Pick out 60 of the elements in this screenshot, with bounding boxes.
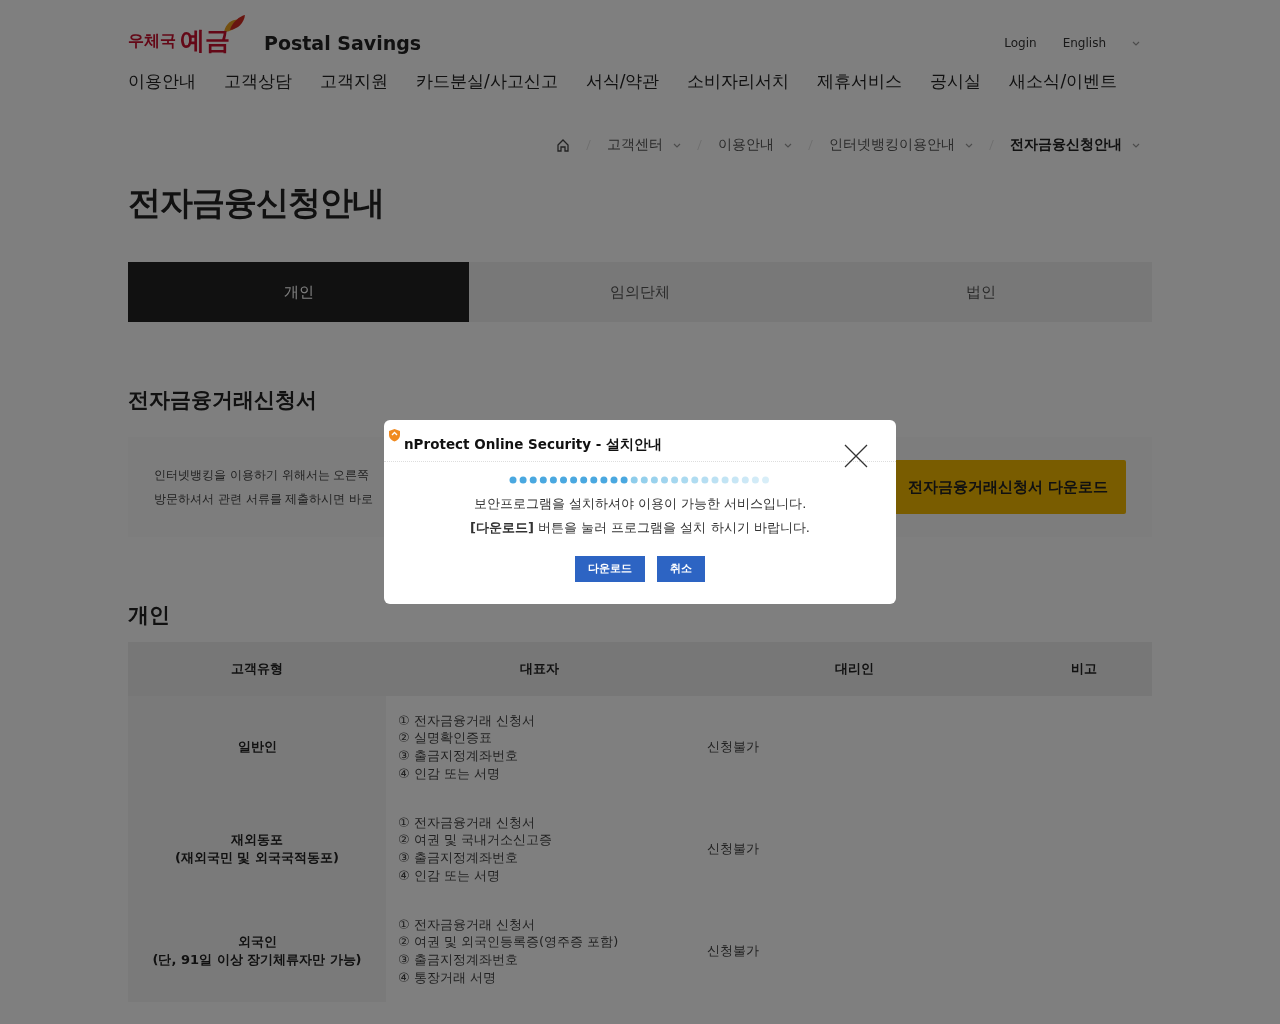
table-cell: 일반인 xyxy=(128,696,386,798)
nav-link[interactable]: 고객지원 xyxy=(320,69,388,93)
logo-text: 예금 xyxy=(180,28,230,54)
document-item: ① 전자금융거래 신청서 xyxy=(398,915,536,934)
document-item: ③ 출금지정계좌번호 xyxy=(398,849,519,867)
nav-link[interactable]: 서식/약관 xyxy=(585,69,660,93)
loading-dots-icon xyxy=(509,476,771,484)
column-header: 비고 xyxy=(1016,642,1152,696)
document-item: ④ 인감 또는 서명 xyxy=(398,764,502,783)
chevron-down-icon xyxy=(784,142,792,148)
column-header: 대표자 xyxy=(386,642,693,696)
table-cell: 신청불가 xyxy=(707,943,759,958)
login-link[interactable]: Login xyxy=(1004,36,1037,50)
document-item: ① 전자금융거래 신청서 xyxy=(398,813,536,832)
column-header: 대리인 xyxy=(693,642,1017,696)
tab[interactable]: 법인 xyxy=(810,262,1152,322)
table-cell: 신청불가 xyxy=(707,841,759,856)
nav-link[interactable]: 제휴서비스 xyxy=(817,69,903,93)
language-selector[interactable]: English xyxy=(1062,36,1106,50)
table-cell: 재외동포 (재외국민 및 외국국적동포) xyxy=(128,798,386,900)
document-item: ④ 인감 또는 서명 xyxy=(398,866,502,885)
logo-text: 우체국 xyxy=(128,32,176,52)
current-breadcrumb[interactable]: 전자금융신청안내 xyxy=(1010,136,1122,154)
download-button[interactable]: 다운로드 xyxy=(575,556,645,582)
nav-link[interactable]: 새소식/이벤트 xyxy=(1009,69,1118,93)
breadcrumb-link[interactable]: 이용안내 xyxy=(718,136,774,154)
table-cell: 신청불가 xyxy=(707,739,759,754)
breadcrumb-link[interactable]: 인터넷뱅킹이용안내 xyxy=(829,136,955,154)
close-icon[interactable] xyxy=(844,444,868,468)
dialog-title: nProtect Online Security - 설치안내 xyxy=(404,436,663,454)
chevron-down-icon xyxy=(965,142,973,148)
chevron-down-icon xyxy=(673,142,681,148)
table-cell: 외국인 (단, 91일 이상 장기체류자만 가능) xyxy=(128,900,386,1002)
breadcrumb-link[interactable]: 고객센터 xyxy=(607,136,663,154)
dialog-message: 보안프로그램을 설치하셔야 이용이 가능한 서비스입니다. [다운로드] 버튼을 눌러 프로그램을 설치 하시기 바랍니다. xyxy=(470,495,810,537)
nav-link[interactable]: 공시실 xyxy=(930,69,982,93)
document-item: ② 실명확인증표 xyxy=(398,729,493,747)
column-header: 고객유형 xyxy=(128,642,386,696)
chevron-down-icon xyxy=(1132,142,1140,148)
nav-link[interactable]: 고객상담 xyxy=(224,69,292,93)
document-item: ② 여권 및 국내거소신고증 xyxy=(398,831,554,849)
nav-link[interactable]: 소비자리서치 xyxy=(687,69,790,93)
document-item: ③ 출금지정계좌번호 xyxy=(398,951,519,969)
home-icon[interactable] xyxy=(556,138,570,152)
document-item: ① 전자금융거래 신청서 xyxy=(398,711,536,730)
document-item: ④ 통장거래 서명 xyxy=(398,968,497,987)
page-title: 전자금융신청안내 xyxy=(128,182,385,224)
notice-text: 인터넷뱅킹을 이용하기 위해서는 오른쪽 방문하셔서 관련 서류를 제출하시면 바로 xyxy=(154,467,374,508)
shield-icon xyxy=(388,428,401,442)
document-item: ③ 출금지정계좌번호 xyxy=(398,747,519,765)
nav-link[interactable]: 이용안내 xyxy=(128,69,196,93)
document-item: ② 여권 및 외국인등록증(영주증 포함) xyxy=(398,933,620,951)
section-title: 개인 xyxy=(128,602,170,629)
tab[interactable]: 개인 xyxy=(128,262,470,322)
chevron-down-icon xyxy=(1132,40,1140,46)
nav-link[interactable]: 카드분실/사고신고 xyxy=(416,69,558,93)
cancel-button[interactable]: 취소 xyxy=(657,556,705,582)
section-title: 전자금융거래신청서 xyxy=(128,387,318,414)
logo-english[interactable]: Postal Savings xyxy=(264,32,422,54)
tab[interactable]: 임의단체 xyxy=(469,262,811,322)
